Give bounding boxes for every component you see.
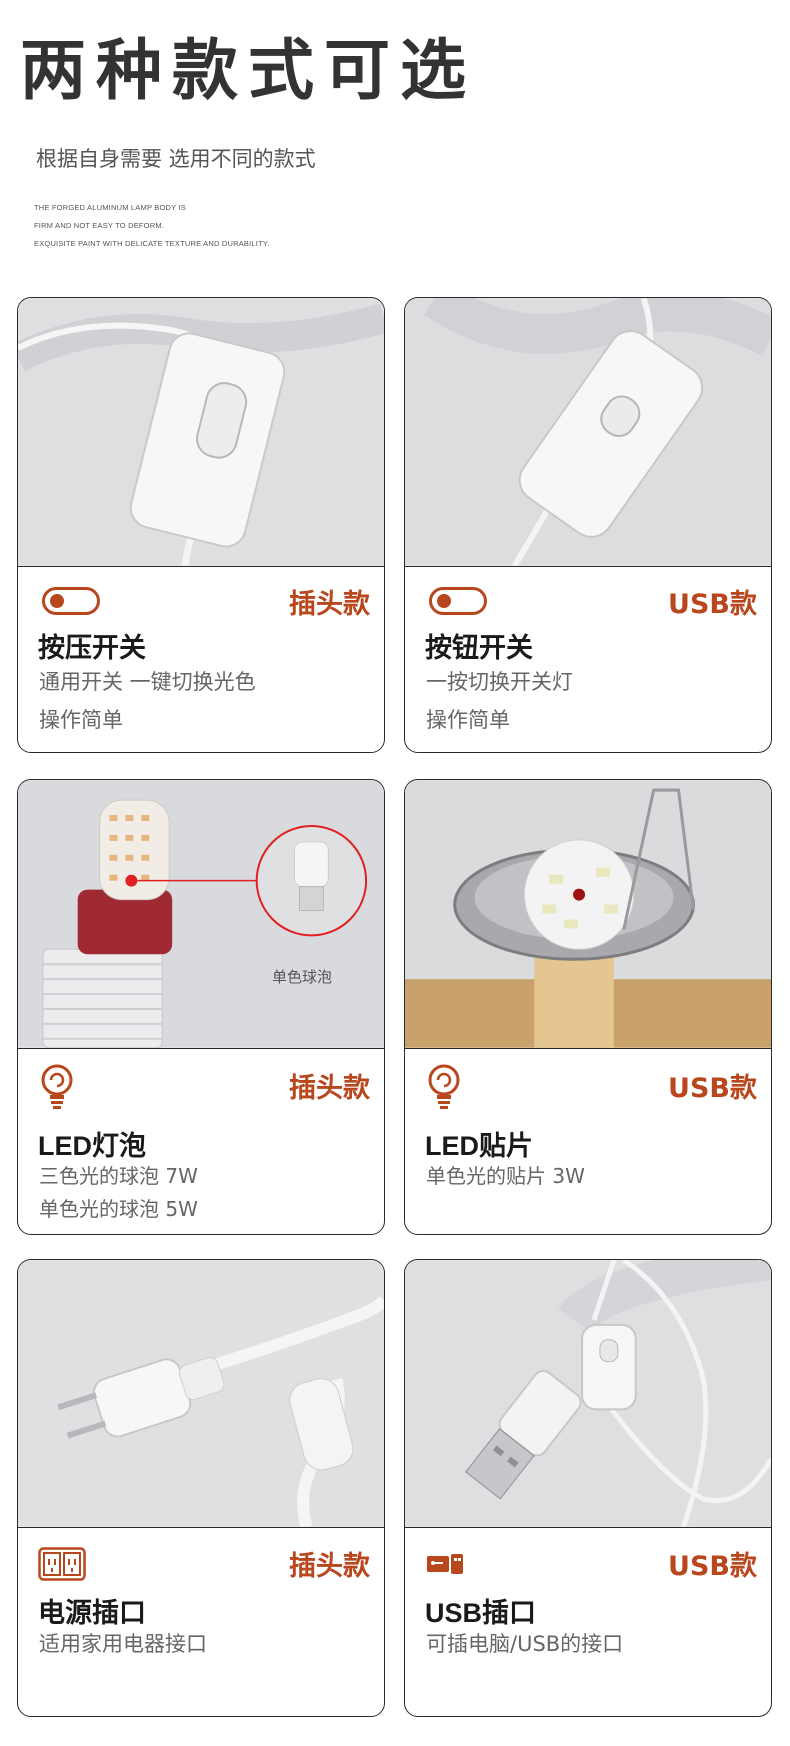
feature-title: 按钮开关 — [425, 633, 533, 664]
english-caption-line: THE FORGED ALUMINUM LAMP BODY IS — [34, 203, 186, 212]
feature-desc-line: 单色光的贴片 3W — [426, 1164, 585, 1188]
type-label: USB款 — [668, 1551, 757, 1582]
feature-title: LED灯泡 — [38, 1131, 146, 1161]
type-label: 插头款 — [289, 1073, 370, 1104]
feature-card-usb-port: USB款 USB插口 可插电脑/USB的接口 — [404, 1259, 772, 1717]
feature-title: 电源插口 — [38, 1598, 146, 1629]
feature-title: USB插口 — [425, 1598, 537, 1628]
english-caption-line: EXQUISITE PAINT WITH DELICATE TEXTURE AN… — [34, 239, 270, 248]
type-label: 插头款 — [289, 589, 370, 620]
led-patch-photo — [405, 780, 771, 1049]
page-title: 两种款式可选 — [20, 32, 476, 109]
feature-card-power-socket: 插头款 电源插口 适用家用电器接口 — [17, 1259, 385, 1717]
single-color-bulb-caption: 单色球泡 — [272, 968, 333, 986]
lightbulb-icon — [38, 1064, 76, 1114]
toggle-switch-icon — [429, 587, 487, 615]
usb-plug-photo — [405, 1260, 771, 1528]
type-label: USB款 — [668, 589, 757, 620]
toggle-switch-icon — [42, 587, 100, 615]
feature-desc-line: 适用家用电器接口 — [39, 1632, 207, 1656]
page-subtitle: 根据自身需要 选用不同的款式 — [36, 147, 316, 171]
feature-desc-line: 通用开关 一键切换光色 — [39, 670, 256, 694]
usb-icon — [425, 1552, 465, 1580]
feature-desc-line: 单色光的球泡 5W — [39, 1197, 198, 1221]
power-plug-photo — [18, 1260, 384, 1528]
feature-desc-line: 一按切换开关灯 — [426, 670, 573, 694]
type-label: 插头款 — [289, 1551, 370, 1582]
feature-title: LED贴片 — [425, 1131, 533, 1161]
led-bulb-photo — [18, 780, 384, 1049]
feature-card-led-patch: USB款 LED贴片 单色光的贴片 3W — [404, 779, 772, 1235]
switch-photo — [18, 298, 384, 567]
feature-card-led-bulb: 插头款 LED灯泡 三色光的球泡 7W 单色光的球泡 5W — [17, 779, 385, 1235]
feature-desc-line: 操作简单 — [39, 708, 123, 732]
power-socket-icon — [38, 1547, 86, 1585]
feature-desc-line: 操作简单 — [426, 708, 510, 732]
feature-card-press-switch: 插头款 按压开关 通用开关 一键切换光色 操作简单 — [17, 297, 385, 753]
switch-photo — [405, 298, 771, 567]
lightbulb-icon — [425, 1064, 463, 1114]
english-caption-line: FIRM AND NOT EASY TO DEFORM. — [34, 221, 165, 230]
feature-card-button-switch: USB款 按钮开关 一按切换开关灯 操作简单 — [404, 297, 772, 753]
type-label: USB款 — [668, 1073, 757, 1104]
feature-title: 按压开关 — [38, 633, 146, 664]
feature-desc-line: 可插电脑/USB的接口 — [426, 1632, 624, 1656]
feature-desc-line: 三色光的球泡 7W — [39, 1164, 198, 1188]
